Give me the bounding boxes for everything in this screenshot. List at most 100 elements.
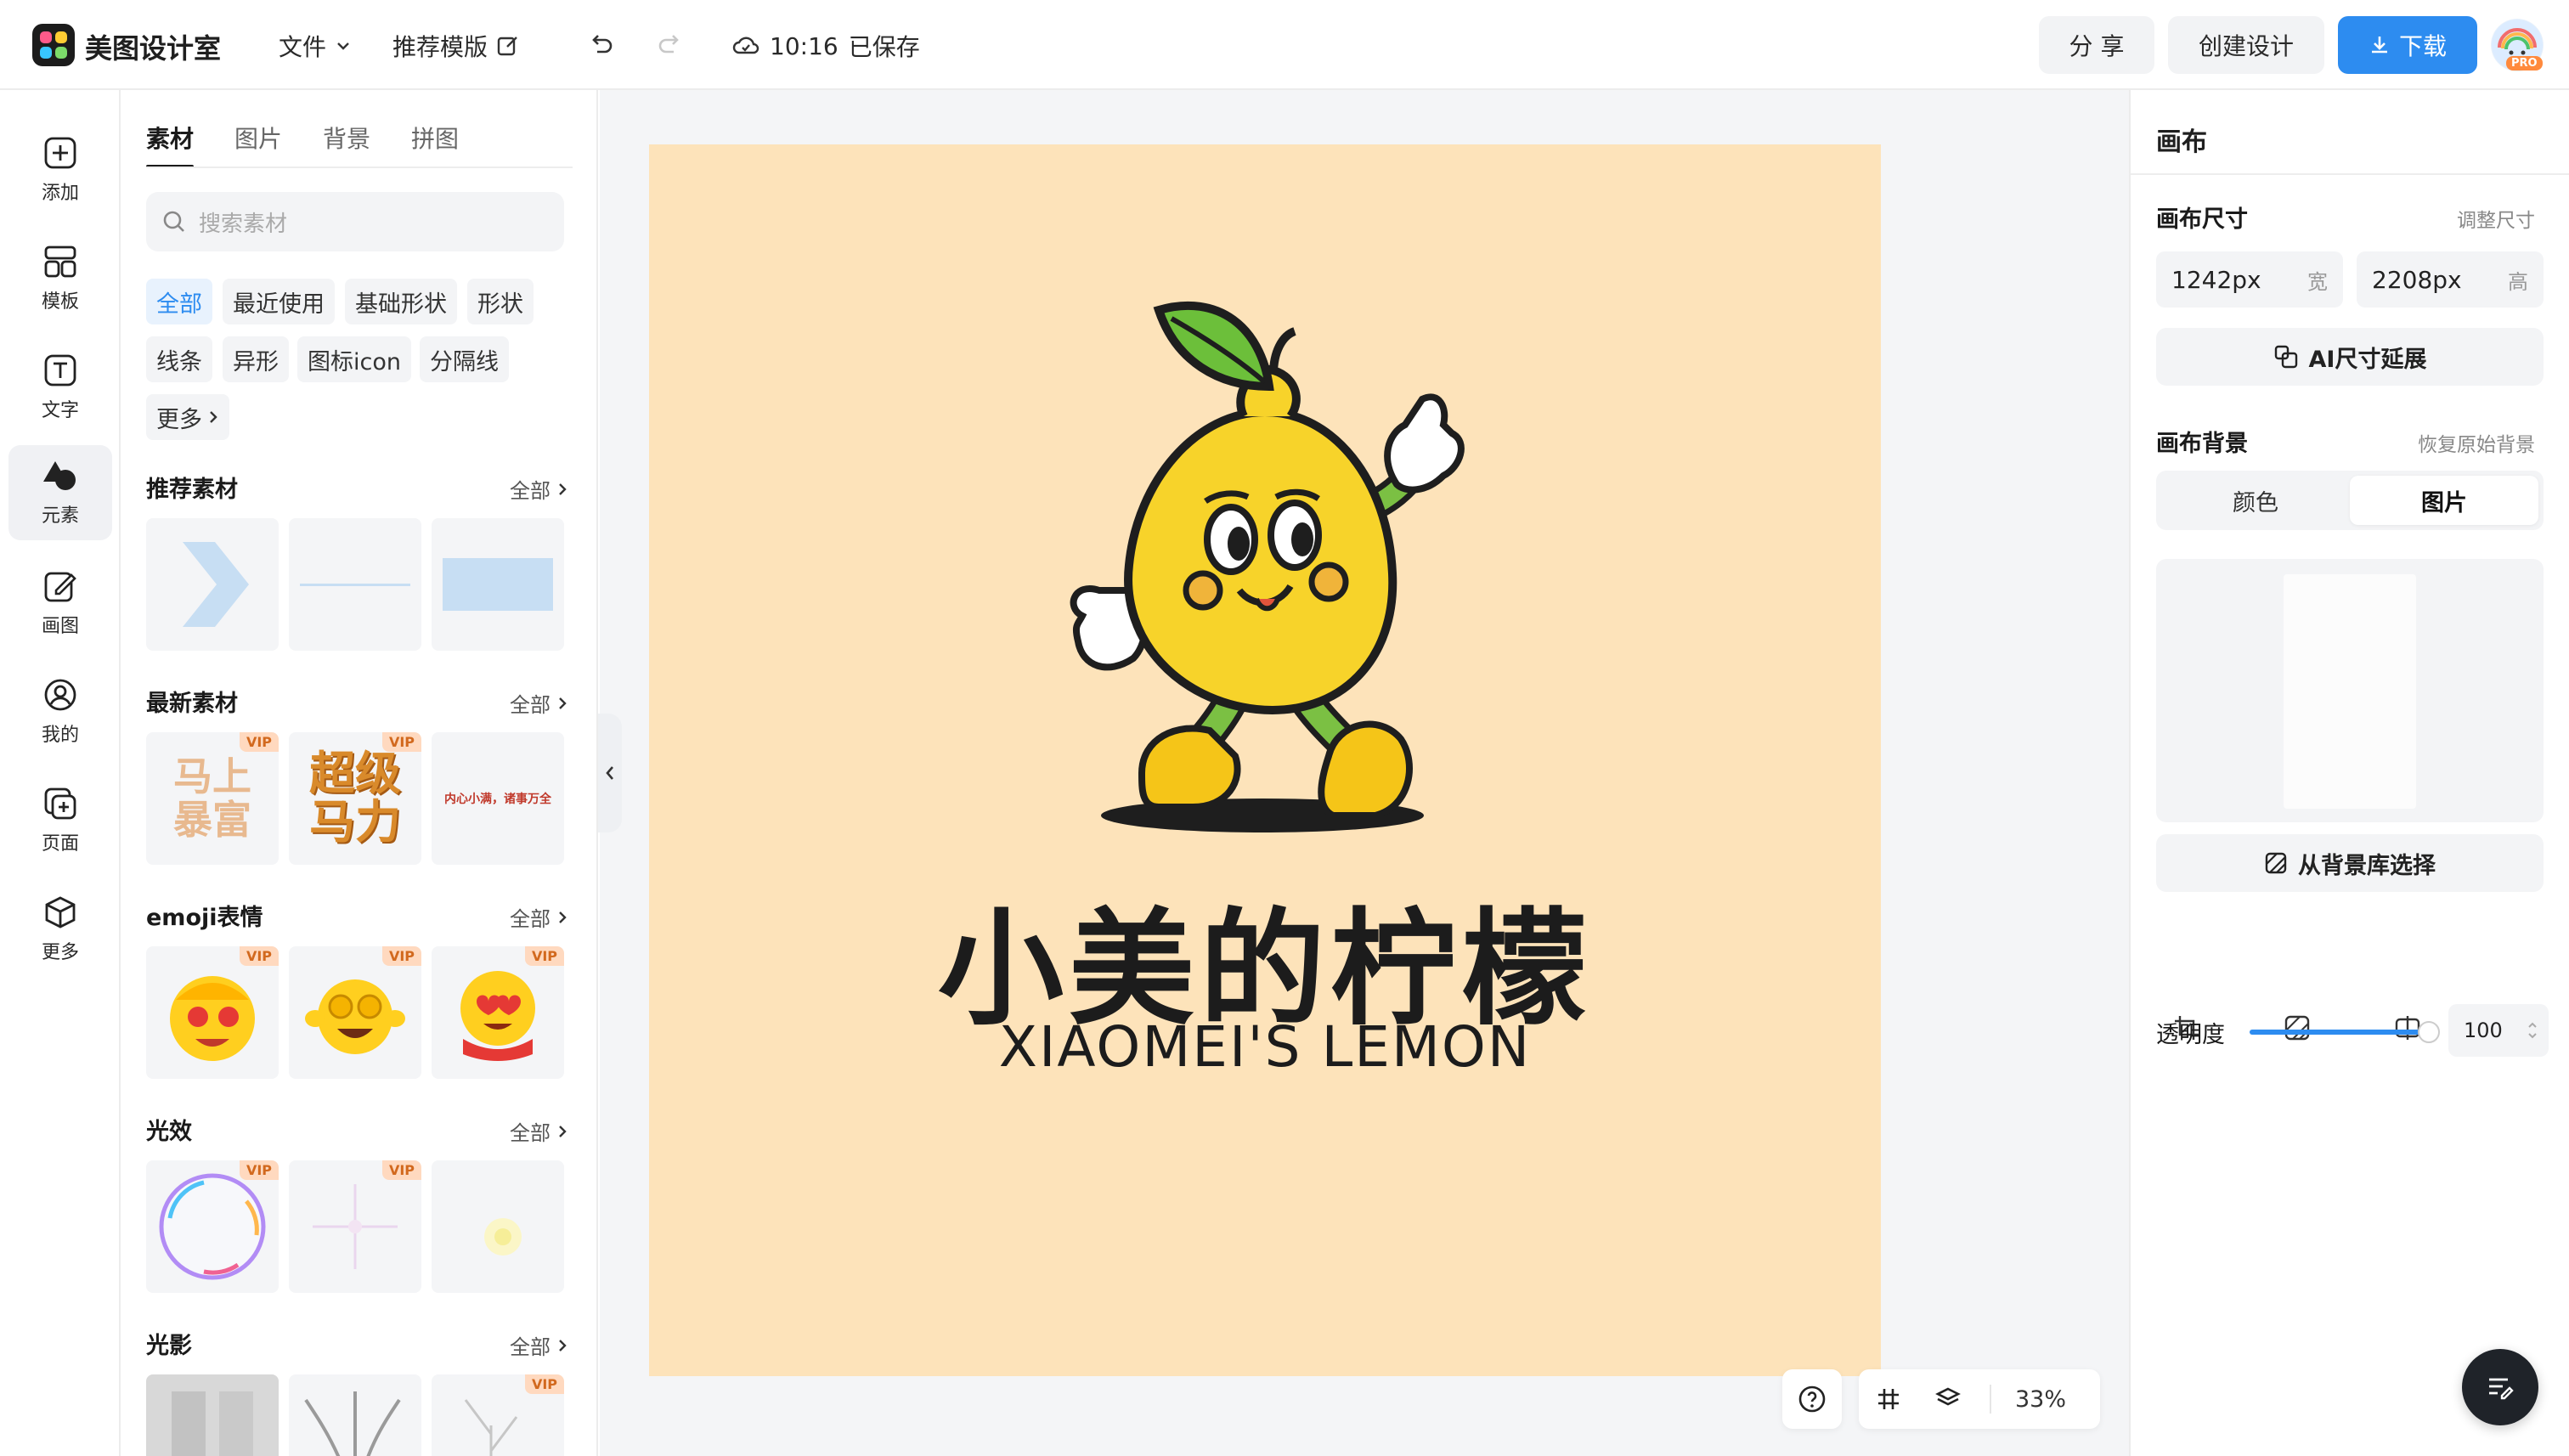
grid-toggle[interactable] [1859, 1386, 1918, 1412]
bg-preview[interactable] [2156, 559, 2544, 822]
width-value: 1242px [2171, 265, 2261, 294]
ai-extend-label: AI尺寸延展 [2308, 346, 2427, 373]
chip-shape[interactable]: 形状 [467, 279, 534, 324]
chip-line[interactable]: 线条 [146, 336, 212, 382]
rail-label-page: 页面 [41, 833, 79, 855]
chevron-right-icon [559, 1125, 567, 1137]
material-thumb[interactable] [432, 1160, 564, 1293]
ai-extend-icon [2274, 345, 2297, 369]
material-thumb[interactable] [289, 518, 421, 651]
search-input[interactable]: 搜索素材 [146, 192, 564, 251]
collapse-panel-button[interactable] [598, 714, 622, 832]
chip-more[interactable]: 更多 [146, 394, 229, 440]
material-thumb[interactable]: VIP [432, 946, 564, 1079]
template-menu[interactable]: 推荐模版 [392, 29, 520, 63]
rail-item-add[interactable]: 添加 [8, 122, 112, 217]
rail-item-draw[interactable]: 画图 [8, 556, 112, 651]
more-icon [45, 896, 76, 928]
chip-all[interactable]: 全部 [146, 279, 212, 324]
thumb-text-slogan: 内心小满，诸事万全 [444, 793, 551, 806]
tab-material[interactable]: 素材 [146, 121, 195, 168]
toolbar-divider [1990, 1385, 1991, 1414]
chevron-shape-thumb [183, 542, 249, 627]
chip-icon[interactable]: 图标icon [297, 336, 411, 382]
vip-badge: VIP [239, 1160, 279, 1180]
chevron-left-icon [606, 766, 613, 780]
material-thumb[interactable]: 内心小满，诸事万全 [432, 732, 564, 865]
material-thumb[interactable]: VIP [432, 1374, 564, 1456]
height-field[interactable]: 2208px 高 [2357, 251, 2544, 308]
bg-library-button[interactable]: 从背景库选择 [2156, 834, 2544, 892]
section-all-light-shadow[interactable]: 全部 [510, 1330, 567, 1360]
material-thumb[interactable]: VIP [146, 946, 279, 1079]
material-thumb[interactable] [432, 518, 564, 651]
seg-image[interactable]: 图片 [2350, 476, 2538, 525]
panel-divider [2131, 173, 2569, 175]
opacity-slider-track[interactable] [2250, 1030, 2428, 1035]
rail-item-template[interactable]: 模板 [8, 231, 112, 326]
file-menu[interactable]: 文件 [279, 29, 352, 63]
opacity-slider-handle[interactable] [2418, 1021, 2440, 1043]
help-button[interactable] [1782, 1369, 1842, 1429]
material-thumb[interactable]: VIP [146, 1160, 279, 1293]
material-thumb[interactable] [146, 1374, 279, 1456]
rail-label-template: 模板 [41, 291, 79, 313]
rail-item-text[interactable]: 文字 [8, 340, 112, 435]
section-all-recommended[interactable]: 全部 [510, 474, 567, 504]
stepper-icon [2528, 1022, 2537, 1039]
cloud-saved-icon [732, 37, 759, 54]
quick-action-button[interactable] [2462, 1349, 2538, 1425]
material-thumb[interactable] [289, 1374, 421, 1456]
width-field[interactable]: 1242px 宽 [2156, 251, 2343, 308]
vip-badge: VIP [524, 1374, 564, 1394]
save-time: 10:16 [770, 31, 838, 60]
artboard[interactable]: 小美的柠檬 XIAOMEI'S LEMON [649, 144, 1881, 1376]
seg-color[interactable]: 颜色 [2161, 476, 2350, 525]
chip-irregular[interactable]: 异形 [223, 336, 289, 382]
template-icon [44, 245, 76, 278]
section-title-light-effect: 光效 [146, 1119, 192, 1145]
redo-icon[interactable] [654, 29, 686, 61]
tab-picture[interactable]: 图片 [234, 121, 282, 168]
section-all-light-effect[interactable]: 全部 [510, 1116, 567, 1146]
rail-label-more: 更多 [41, 942, 79, 963]
chip-recent[interactable]: 最近使用 [223, 279, 335, 324]
rail-label-draw: 画图 [41, 616, 79, 637]
resize-link[interactable]: 调整尺寸 [2457, 204, 2535, 233]
chip-divider[interactable]: 分隔线 [420, 336, 509, 382]
opacity-input[interactable]: 100 [2448, 1004, 2549, 1057]
rail-item-mine[interactable]: 我的 [8, 664, 112, 759]
material-thumb[interactable]: 超级 马力 VIP [289, 732, 421, 865]
app-logo[interactable] [32, 24, 75, 66]
chip-more-label: 更多 [156, 406, 202, 433]
material-thumb[interactable]: 马上 暴富 VIP [146, 732, 279, 865]
section-all-latest[interactable]: 全部 [510, 688, 567, 718]
rail-item-element[interactable]: 元素 [8, 445, 112, 540]
coin-eyes-emoji-icon [305, 979, 405, 1054]
tab-collage[interactable]: 拼图 [411, 121, 459, 168]
lemon-mascot-illustration[interactable] [649, 144, 1881, 866]
material-thumb[interactable] [146, 518, 279, 651]
rail-item-page[interactable]: 页面 [8, 773, 112, 868]
share-button[interactable]: 分 享 [2039, 16, 2154, 74]
material-thumb[interactable]: VIP [289, 946, 421, 1079]
undo-icon[interactable] [584, 29, 617, 61]
filter-icon[interactable] [2280, 1011, 2314, 1045]
create-design-button[interactable]: 创建设计 [2168, 16, 2324, 74]
rail-item-more[interactable]: 更多 [8, 882, 112, 977]
ai-extend-button[interactable]: AI尺寸延展 [2156, 328, 2544, 386]
canvas-title-en[interactable]: XIAOMEI'S LEMON [649, 1014, 1881, 1080]
line-shape-thumb [300, 583, 410, 586]
download-button[interactable]: 下载 [2338, 16, 2477, 74]
tab-background[interactable]: 背景 [323, 121, 370, 168]
layers-button[interactable] [1918, 1385, 1978, 1413]
bg-type-segment: 颜色 图片 [2156, 471, 2544, 530]
section-all-emoji[interactable]: 全部 [510, 902, 567, 932]
edit-icon [497, 37, 517, 56]
material-thumb[interactable]: VIP [289, 1160, 421, 1293]
chip-basic-shape[interactable]: 基础形状 [345, 279, 457, 324]
add-icon [44, 137, 76, 169]
search-icon [163, 211, 184, 232]
zoom-level[interactable]: 33% [2003, 1386, 2066, 1413]
restore-bg-link[interactable]: 恢复原始背景 [2418, 428, 2535, 457]
